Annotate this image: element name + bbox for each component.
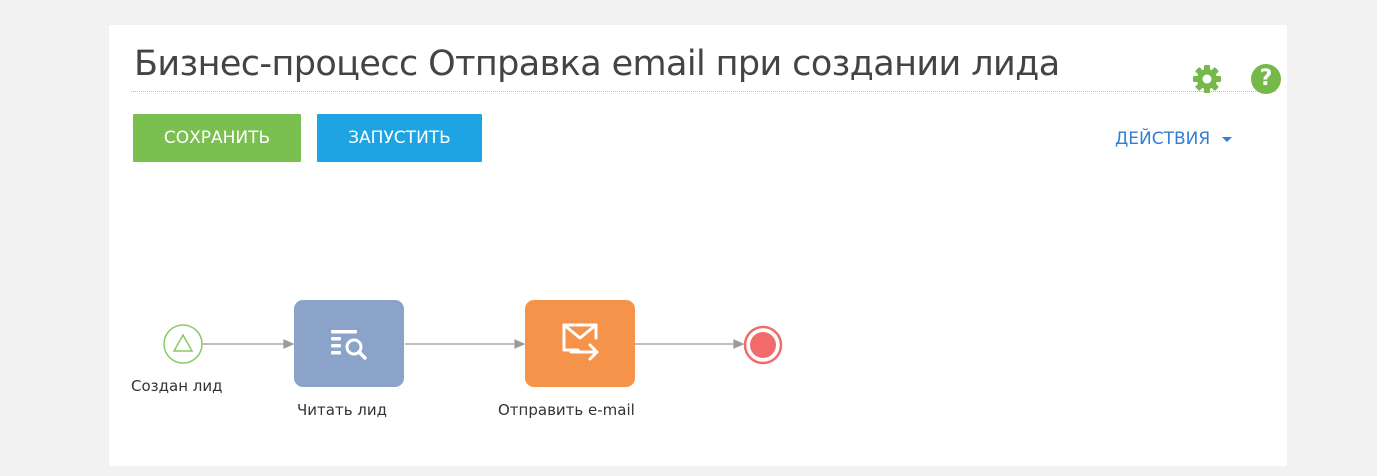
start-event-label: Создан лид bbox=[131, 377, 223, 395]
email-task-label: Отправить e-mail bbox=[498, 401, 635, 419]
send-email-task[interactable] bbox=[525, 300, 635, 387]
read-lead-task[interactable] bbox=[294, 300, 404, 387]
connector-arrowhead bbox=[514, 339, 526, 349]
start-event[interactable] bbox=[163, 324, 203, 364]
process-diagram bbox=[163, 300, 783, 387]
process-designer-panel: Бизнес-процесс Отправка email при создан… bbox=[109, 25, 1287, 466]
end-event[interactable] bbox=[743, 325, 783, 365]
connector-arrowhead bbox=[733, 339, 745, 349]
connector-arrowhead bbox=[283, 339, 295, 349]
read-task-label: Читать лид bbox=[297, 401, 388, 419]
